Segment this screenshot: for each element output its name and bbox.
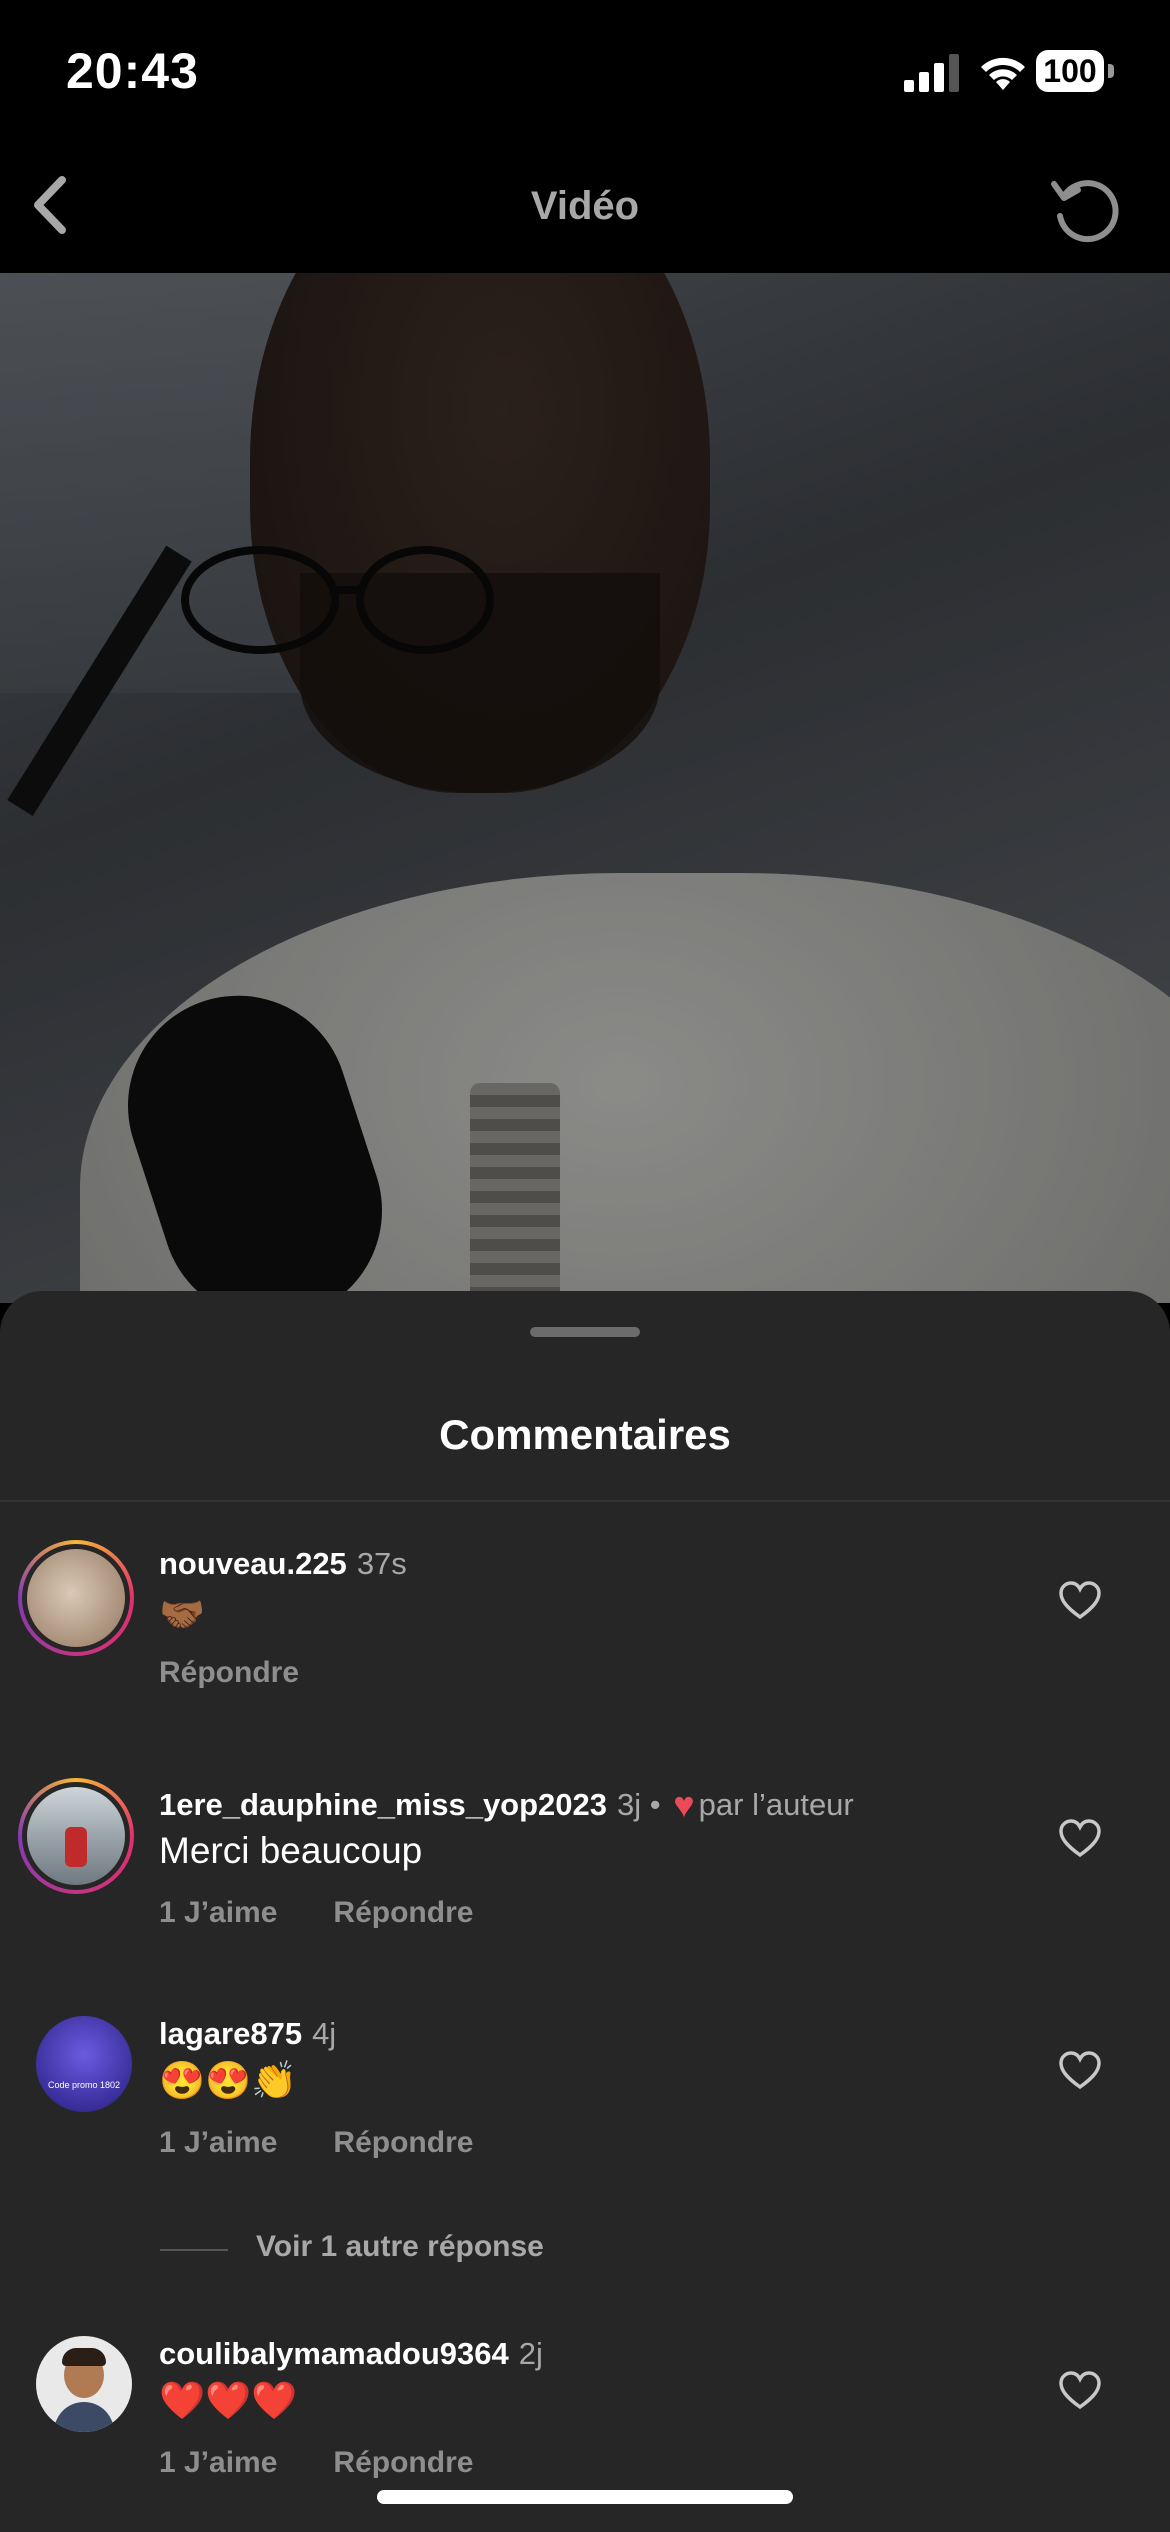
heart-outline-icon[interactable]: [1058, 2370, 1102, 2410]
comment-item: nouveau.225 37s 🤝🏾 Répondre: [0, 1540, 1170, 1720]
comment-time: 3j: [617, 1787, 642, 1822]
comment-text: 😍😍👏: [159, 2060, 298, 2101]
comment-actions: Répondre: [159, 1656, 299, 1690]
home-indicator[interactable]: [377, 2490, 793, 2504]
reply-button[interactable]: Répondre: [159, 1656, 299, 1689]
comment-actions: 1 J’aime Répondre: [159, 2126, 473, 2160]
comment-text: ❤️❤️❤️: [159, 2380, 298, 2421]
status-bar: 20:43 100: [0, 0, 1170, 140]
comment-item: coulibalymamadou9364 2j ❤️❤️❤️ 1 J’aime Ré…: [0, 2336, 1170, 2516]
comment-username[interactable]: lagare875: [159, 2016, 302, 2051]
comment-header: coulibalymamadou9364 2j: [159, 2336, 543, 2372]
comment-header: nouveau.225 37s: [159, 1546, 407, 1582]
battery-indicator: 100: [1036, 50, 1116, 94]
reply-button[interactable]: Répondre: [333, 2446, 473, 2479]
comment-username[interactable]: 1ere_dauphine_miss_yop2023: [159, 1787, 607, 1822]
replies-line: [160, 2249, 228, 2251]
video-dim-overlay: [0, 273, 1170, 1303]
avatar-caption: Code promo 1802: [47, 2080, 121, 2090]
view-replies-label: Voir 1 autre réponse: [256, 2230, 544, 2263]
comment-header: lagare875 4j: [159, 2016, 336, 2052]
liked-by-author-label: par l’auteur: [698, 1787, 854, 1822]
heart-outline-icon[interactable]: [1058, 1580, 1102, 1620]
comment-item: 1ere_dauphine_miss_yop2023 3j • ♥ par l’au…: [0, 1778, 1170, 1968]
author-heart-icon: ♥: [673, 1784, 695, 1825]
heart-outline-icon[interactable]: [1058, 1818, 1102, 1858]
page-title: Vidéo: [530, 184, 640, 228]
comment-time: 37s: [356, 1546, 407, 1581]
avatar-image: [27, 1787, 125, 1885]
nav-bar: Vidéo: [0, 140, 1170, 273]
heart-outline-icon[interactable]: [1058, 2050, 1102, 2090]
view-replies-button[interactable]: Voir 1 autre réponse: [160, 2230, 660, 2270]
divider: [0, 1500, 1170, 1502]
sheet-grabber[interactable]: [530, 1327, 640, 1337]
comment-time: 2j: [518, 2336, 543, 2371]
likes-count[interactable]: 1 J’aime: [159, 2446, 277, 2479]
comment-username[interactable]: coulibalymamadou9364: [159, 2336, 509, 2371]
reply-button[interactable]: Répondre: [333, 2126, 473, 2159]
video-player[interactable]: [0, 273, 1170, 1303]
refresh-button[interactable]: [1046, 170, 1126, 250]
comment-text: 🤝🏾: [159, 1594, 206, 1635]
status-time: 20:43: [66, 43, 199, 99]
avatar[interactable]: [36, 2336, 132, 2432]
avatar-image: [36, 2336, 132, 2432]
battery-level: 100: [1036, 50, 1104, 92]
avatar[interactable]: [18, 1540, 134, 1656]
reply-button[interactable]: Répondre: [333, 1896, 473, 1929]
likes-count[interactable]: 1 J’aime: [159, 1896, 277, 1929]
comment-header: 1ere_dauphine_miss_yop2023 3j • ♥ par l’au…: [159, 1784, 854, 1826]
likes-count[interactable]: 1 J’aime: [159, 2126, 277, 2159]
avatar-image: [27, 1549, 125, 1647]
comment-text: Merci beaucoup: [159, 1830, 423, 1871]
wifi-icon: [981, 57, 1025, 90]
separator-dot: •: [649, 1787, 661, 1822]
comment-actions: 1 J’aime Répondre: [159, 1896, 473, 1930]
battery-tip: [1108, 64, 1114, 78]
sheet-title: Commentaires: [439, 1411, 731, 1458]
comment-item: Code promo 1802 lagare875 4j 😍😍👏 1 J’aime…: [0, 2016, 1170, 2196]
comment-username[interactable]: nouveau.225: [159, 1546, 347, 1581]
cellular-signal-icon: [904, 54, 959, 92]
comment-actions: 1 J’aime Répondre: [159, 2446, 473, 2480]
avatar[interactable]: [18, 1778, 134, 1894]
avatar[interactable]: Code promo 1802: [36, 2016, 132, 2112]
comment-time: 4j: [312, 2016, 337, 2051]
avatar-image: Code promo 1802: [36, 2016, 132, 2112]
